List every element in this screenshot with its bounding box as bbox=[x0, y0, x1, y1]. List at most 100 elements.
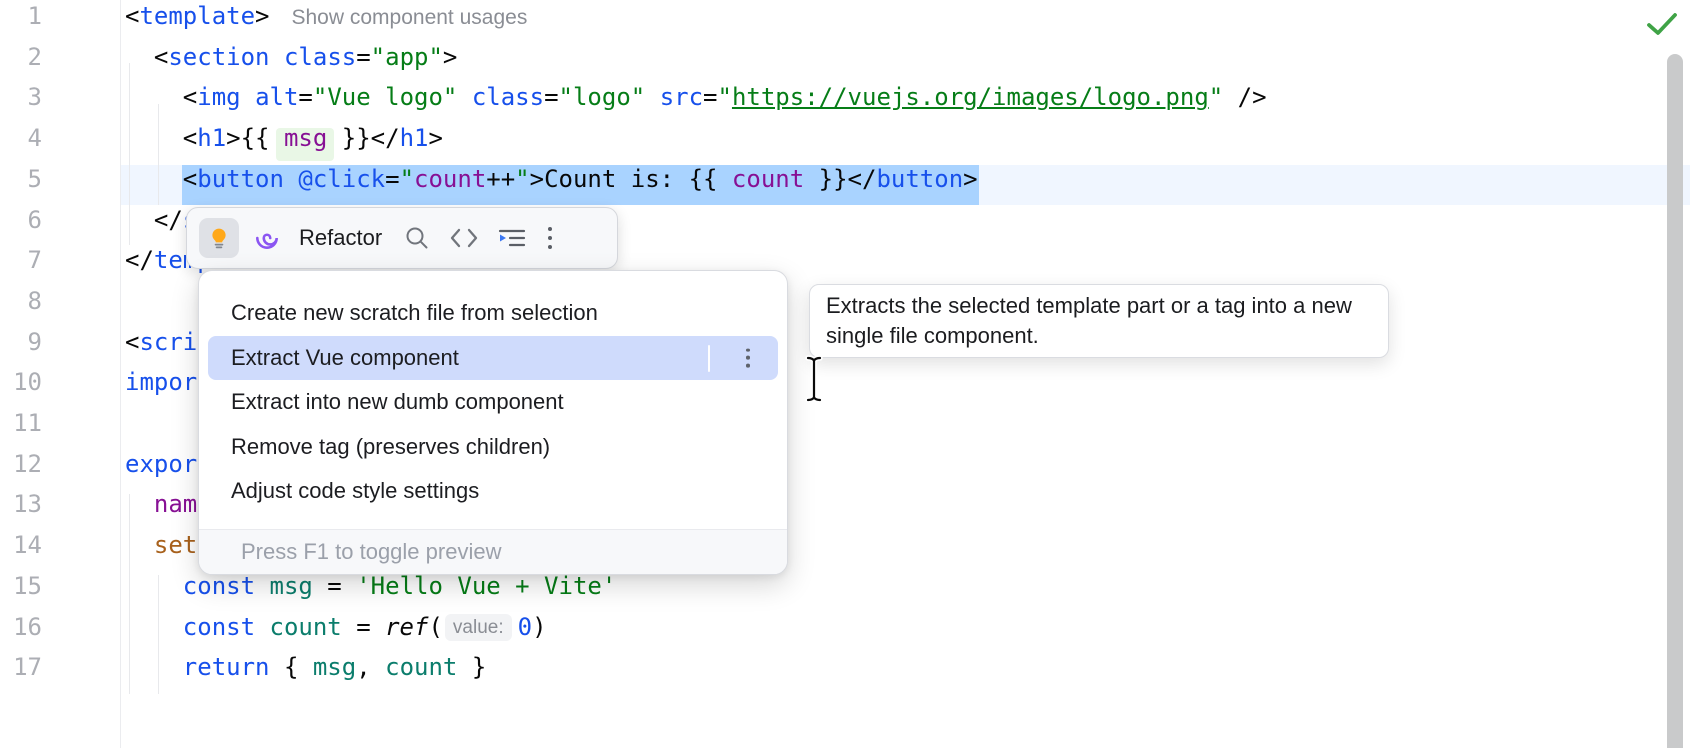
line-number[interactable]: 3 bbox=[0, 83, 42, 124]
code-line[interactable]: <button @click="count++">Count is: {{ co… bbox=[125, 165, 978, 206]
inlay-hint-component-usages[interactable]: Show component usages bbox=[292, 6, 528, 29]
code-token: "app" bbox=[371, 43, 443, 71]
line-number[interactable]: 7 bbox=[0, 246, 42, 287]
intention-bulb-button[interactable] bbox=[199, 218, 239, 258]
code-token: button bbox=[876, 165, 963, 193]
menu-item-extract-dumb-component[interactable]: Extract into new dumb component bbox=[199, 380, 787, 425]
code-token: h1 bbox=[400, 124, 429, 152]
code-line[interactable]: const count = ref(value:0) bbox=[125, 613, 547, 654]
ai-assistant-icon[interactable] bbox=[253, 224, 281, 252]
code-token: = bbox=[703, 83, 717, 111]
code-line[interactable]: const msg = 'Hello Vue + Vite' bbox=[125, 572, 616, 613]
lightbulb-icon bbox=[207, 226, 231, 250]
code-token: < bbox=[125, 328, 139, 356]
code-token: msg bbox=[313, 653, 356, 681]
code-token: section bbox=[168, 43, 269, 71]
code-token: > bbox=[443, 43, 457, 71]
code-token: < bbox=[125, 2, 139, 30]
line-number[interactable]: 11 bbox=[0, 409, 42, 450]
line-number[interactable]: 15 bbox=[0, 572, 42, 613]
code-token bbox=[125, 572, 183, 600]
code-token: return bbox=[183, 653, 270, 681]
line-number[interactable]: 10 bbox=[0, 368, 42, 409]
code-token: = bbox=[342, 613, 385, 641]
code-token: = bbox=[356, 43, 370, 71]
code-token: count bbox=[385, 653, 457, 681]
code-token: } bbox=[457, 653, 486, 681]
code-token bbox=[255, 613, 269, 641]
code-line[interactable]: <img alt="Vue logo" class="logo" src="ht… bbox=[125, 83, 1267, 124]
code-token: @click bbox=[298, 165, 385, 193]
code-token bbox=[125, 124, 183, 152]
menu-footer-hint: Press F1 to toggle preview bbox=[199, 529, 787, 574]
code-token: </ bbox=[125, 246, 154, 274]
code-token bbox=[125, 490, 154, 518]
code-token: msg bbox=[270, 124, 342, 152]
code-token: {{ bbox=[241, 124, 270, 152]
code-token: {{ bbox=[689, 165, 718, 193]
gutter-separator bbox=[120, 0, 121, 748]
line-number[interactable]: 8 bbox=[0, 287, 42, 328]
line-number[interactable]: 17 bbox=[0, 653, 42, 694]
parameter-name-hint[interactable]: value: bbox=[445, 614, 512, 641]
code-token: count bbox=[414, 165, 486, 193]
menu-item-more-icon[interactable] bbox=[746, 348, 750, 367]
line-number[interactable]: 1 bbox=[0, 2, 42, 43]
code-line[interactable]: return { msg, count } bbox=[125, 653, 486, 694]
line-number[interactable]: 2 bbox=[0, 43, 42, 84]
menu-item-extract-vue-component[interactable]: Extract Vue component bbox=[208, 336, 778, 381]
code-line[interactable]: <template>Show component usages bbox=[125, 2, 527, 43]
code-token: < bbox=[183, 165, 197, 193]
line-number[interactable]: 5 bbox=[0, 165, 42, 206]
indent-preview-icon[interactable] bbox=[496, 226, 528, 250]
code-token: > bbox=[530, 165, 544, 193]
code-token: "Vue logo" bbox=[313, 83, 458, 111]
code-token: </ bbox=[848, 165, 877, 193]
menu-item-create-scratch-file[interactable]: Create new scratch file from selection bbox=[199, 291, 787, 336]
code-token: alt bbox=[255, 83, 298, 111]
code-token: ref bbox=[385, 613, 428, 641]
code-token bbox=[255, 572, 269, 600]
more-options-icon[interactable] bbox=[548, 227, 552, 249]
line-number[interactable]: 14 bbox=[0, 531, 42, 572]
code-token: count bbox=[717, 165, 818, 193]
menu-item-adjust-code-style[interactable]: Adjust code style settings bbox=[199, 469, 787, 514]
code-token: < bbox=[183, 83, 197, 111]
line-number[interactable]: 16 bbox=[0, 613, 42, 654]
line-number[interactable]: 13 bbox=[0, 490, 42, 531]
line-number[interactable]: 12 bbox=[0, 450, 42, 491]
code-token bbox=[125, 531, 154, 559]
code-brackets-icon[interactable] bbox=[450, 227, 478, 249]
code-token bbox=[457, 83, 471, 111]
code-token: < bbox=[183, 124, 197, 152]
code-line[interactable]: <section class="app"> bbox=[125, 43, 457, 84]
menu-item-tooltip: Extracts the selected template part or a… bbox=[809, 284, 1389, 358]
code-token: 0 bbox=[518, 613, 532, 641]
code-token: { bbox=[270, 653, 313, 681]
search-icon[interactable] bbox=[404, 225, 430, 251]
menu-item-label: Extract Vue component bbox=[231, 345, 459, 370]
vertical-scrollbar[interactable] bbox=[1667, 54, 1683, 748]
code-token: = bbox=[313, 572, 356, 600]
code-token: " bbox=[718, 83, 732, 111]
code-token: > bbox=[428, 124, 442, 152]
code-token: Count is: bbox=[544, 165, 689, 193]
inspections-ok-icon[interactable] bbox=[1644, 10, 1680, 40]
code-token: button bbox=[197, 165, 284, 193]
code-token: " bbox=[1209, 83, 1223, 111]
menu-item-remove-tag[interactable]: Remove tag (preserves children) bbox=[199, 425, 787, 470]
code-token: const bbox=[183, 572, 255, 600]
line-number[interactable]: 4 bbox=[0, 124, 42, 165]
code-token bbox=[241, 83, 255, 111]
refactor-label: Refactor bbox=[299, 225, 382, 251]
code-token: const bbox=[183, 613, 255, 641]
line-number[interactable]: 6 bbox=[0, 206, 42, 247]
code-token: msg bbox=[270, 572, 313, 600]
line-number[interactable]: 9 bbox=[0, 328, 42, 369]
code-line[interactable]: <h1>{{ msg }}</h1> bbox=[125, 124, 443, 165]
code-token bbox=[645, 83, 659, 111]
code-token: }} bbox=[819, 165, 848, 193]
code-token: < bbox=[154, 43, 168, 71]
code-token: > bbox=[255, 2, 269, 30]
code-token: count bbox=[270, 613, 342, 641]
